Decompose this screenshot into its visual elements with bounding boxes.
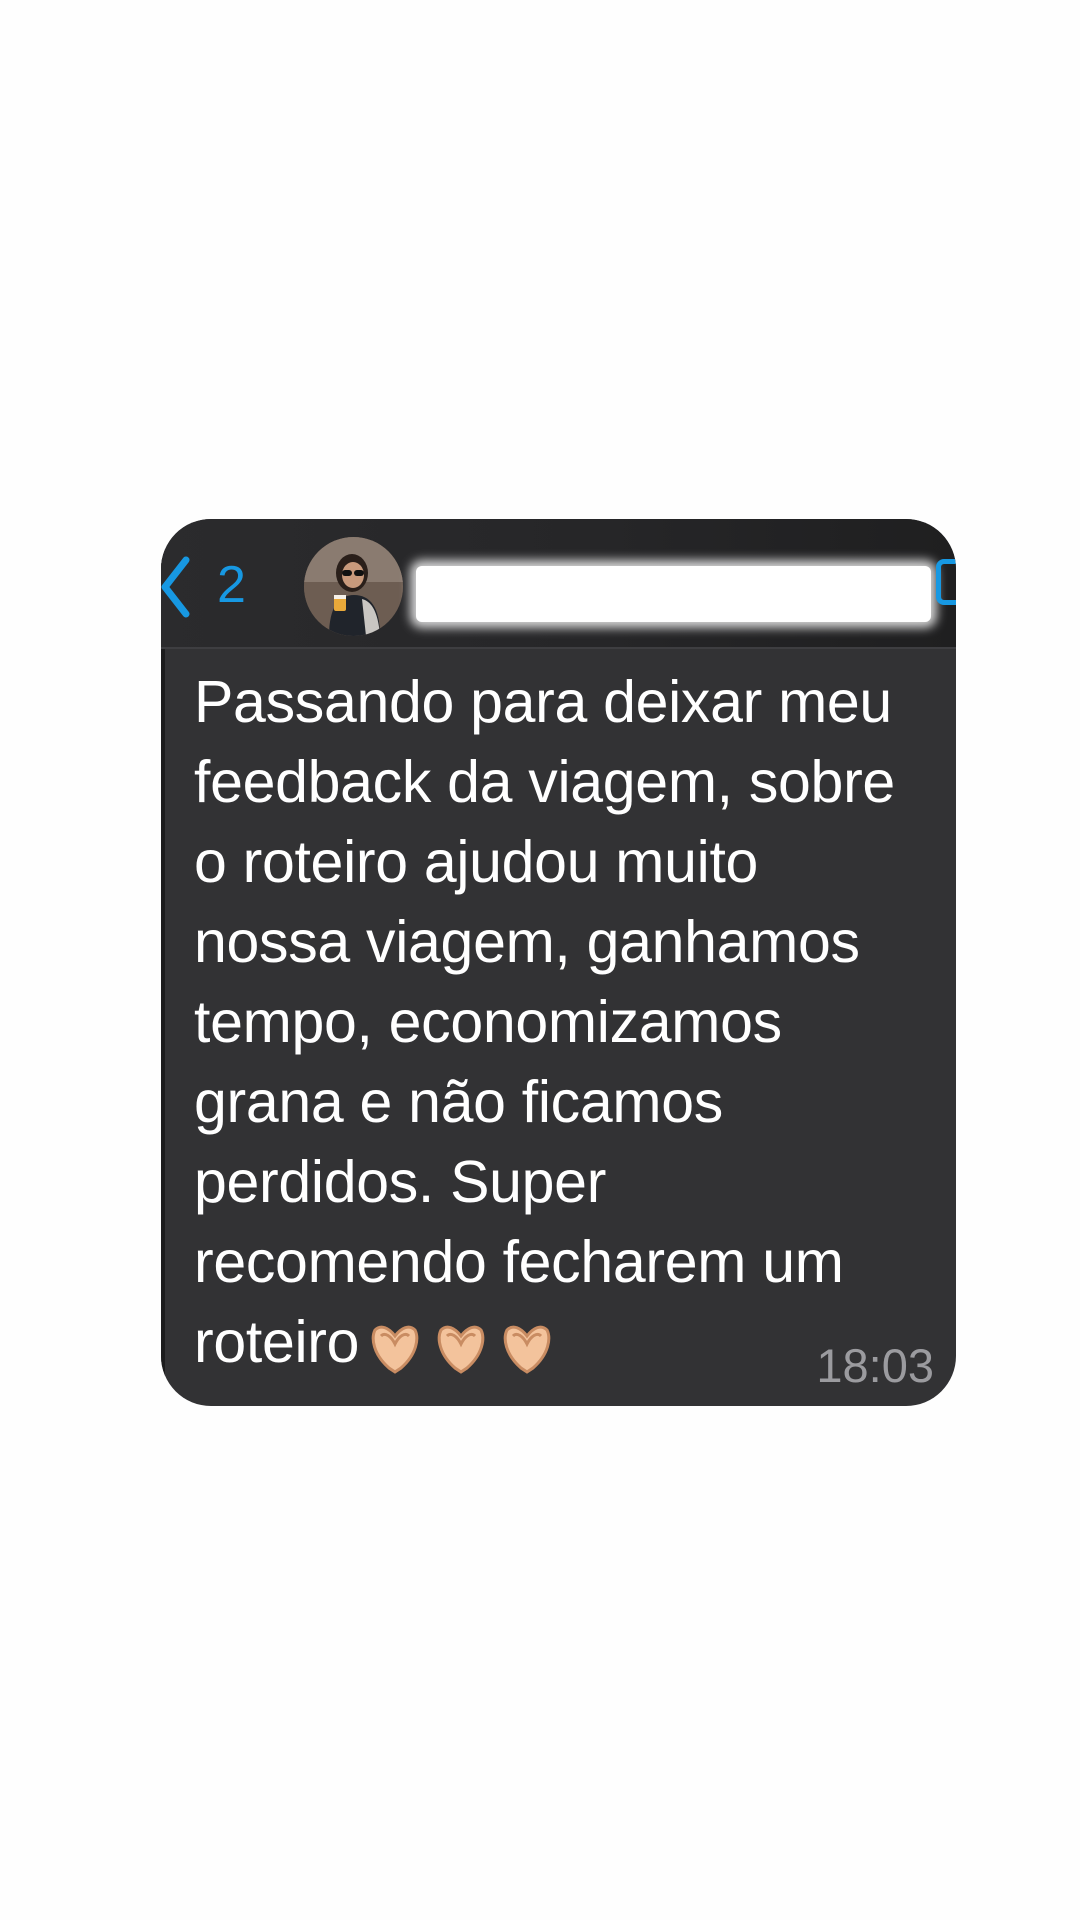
avatar-photo: [304, 537, 403, 636]
avatar[interactable]: [304, 537, 403, 636]
contact-name-redacted[interactable]: [416, 566, 931, 622]
chat-header: 2: [161, 519, 956, 649]
message-bubble-text: Passando para deixar meu feedback da via…: [194, 662, 944, 1382]
heart-hands-emoji-icon: [371, 1326, 419, 1375]
back-button[interactable]: 2: [161, 549, 271, 629]
message-timestamp: 18:03: [816, 1339, 934, 1392]
unread-count-badge: 2: [217, 556, 246, 614]
chat-screenshot-card: 2 Passando para deixar meu feedback da v…: [161, 519, 956, 1406]
heart-hands-emoji-icons: [371, 1326, 551, 1375]
heart-hands-emoji-icon: [437, 1326, 485, 1375]
chevron-left-icon: [161, 556, 190, 618]
message-text: Passando para deixar meu feedback da via…: [194, 669, 895, 1375]
heart-hands-emoji-group: [369, 1316, 569, 1376]
heart-hands-emoji-icon: [503, 1326, 551, 1375]
video-call-icon[interactable]: [936, 559, 956, 605]
screen-edge: [161, 519, 165, 1406]
